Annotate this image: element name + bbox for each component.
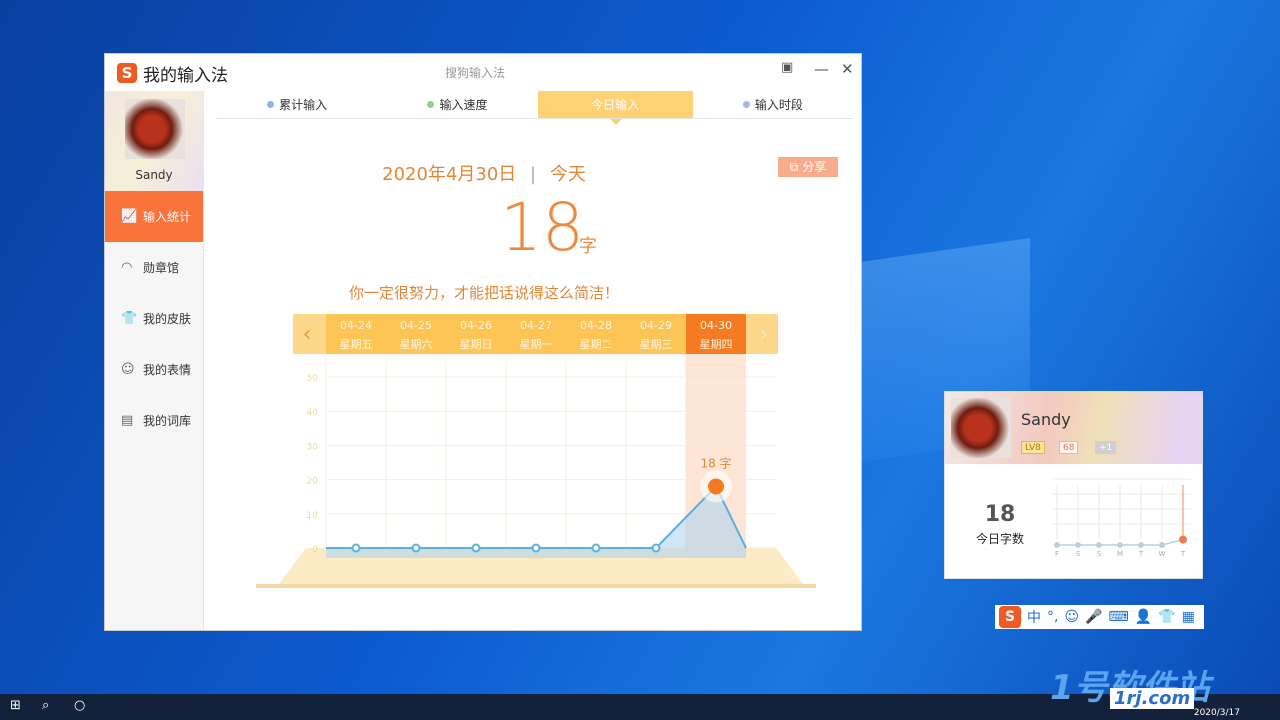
mini-day-label: S [1076,550,1081,558]
date-label: 04-27 [520,319,552,332]
mini-point [1117,542,1123,548]
start-icon[interactable]: ⊞ [10,698,21,713]
y-tick-label: 30 [307,442,319,452]
point-label: 18 字 [700,455,731,470]
mini-day-label: W [1159,550,1166,558]
user-icon[interactable]: 👤 [1135,609,1152,625]
next-week-arrow[interactable]: › [760,322,769,347]
weekday-label: 星期五 [340,338,373,351]
weekday-label: 星期六 [400,338,433,351]
data-point [531,543,541,553]
weekday-label: 星期三 [640,338,673,351]
date-label: 04-30 [700,319,732,332]
weekday-label: 星期四 [700,338,733,351]
data-point [651,543,661,553]
mini-day-label: T [1138,550,1144,558]
mini-point [1159,542,1165,548]
y-tick-label: 10 [307,511,319,521]
data-point [411,543,421,553]
emoji-icon[interactable]: ☺ [1064,609,1079,625]
date-label: 04-26 [460,319,492,332]
toolbox-icon[interactable]: ▦ [1182,609,1195,625]
date-label: 04-24 [340,319,372,332]
daily-chart: ‹ › 0 10 20 30 40 50 04-24 星期五 04-25 星期六 04-26 星期日 04-… [256,314,816,588]
mini-day-label: F [1055,550,1059,558]
date-label: 04-29 [640,319,672,332]
mini-point [1096,542,1102,548]
mini-point [1179,535,1187,544]
profile-card: Sandy LV8 68 +1 18 今日字数 FSSMTWT [944,391,1203,579]
y-tick-label: 0 [312,545,318,555]
keyboard-icon[interactable]: ⌨ [1109,609,1129,625]
ime-toolbar: S 中 °, ☺ 🎤 ⌨ 👤 👕 ▦ [995,605,1204,629]
date-label: 04-25 [400,319,432,332]
sogou-logo[interactable]: S [999,606,1021,628]
mini-day-label: S [1097,550,1102,558]
punctuation-icon[interactable]: °, [1047,609,1058,625]
prev-week-arrow[interactable]: ‹ [303,322,312,347]
weekday-label: 星期一 [520,338,553,351]
mini-point [1138,542,1144,548]
weekday-label: 星期日 [460,338,493,351]
microphone-icon[interactable]: 🎤 [1085,609,1102,625]
mini-day-label: T [1180,550,1186,558]
data-point [351,543,361,553]
data-point [708,478,724,495]
watermark: 1号软件站1rj.com [1050,660,1265,712]
mini-chart: FSSMTWT [1053,478,1191,558]
chart-floor-edge [256,584,816,588]
watermark-url: 1rj.com [1110,688,1195,709]
app-window: S 我的输入法 搜狗输入法 ▣ — ✕ Sandy 📈 输入统计 ◠ 勋章馆 👕 我的… [104,53,862,631]
search-icon[interactable]: ⌕ [42,698,49,713]
date-label: 04-28 [580,319,612,332]
weekday-label: 星期二 [580,338,613,351]
data-point [591,543,601,553]
data-point [471,543,481,553]
y-tick-label: 20 [307,477,319,487]
cortana-icon[interactable]: ○ [74,698,85,713]
mini-point [1054,542,1060,548]
skin-icon[interactable]: 👕 [1158,609,1175,625]
y-tick-label: 40 [307,408,319,418]
chinese-mode-icon[interactable]: 中 [1027,607,1041,627]
mini-day-label: M [1117,550,1123,558]
mini-point [1075,542,1081,548]
y-tick-label: 50 [307,374,319,384]
